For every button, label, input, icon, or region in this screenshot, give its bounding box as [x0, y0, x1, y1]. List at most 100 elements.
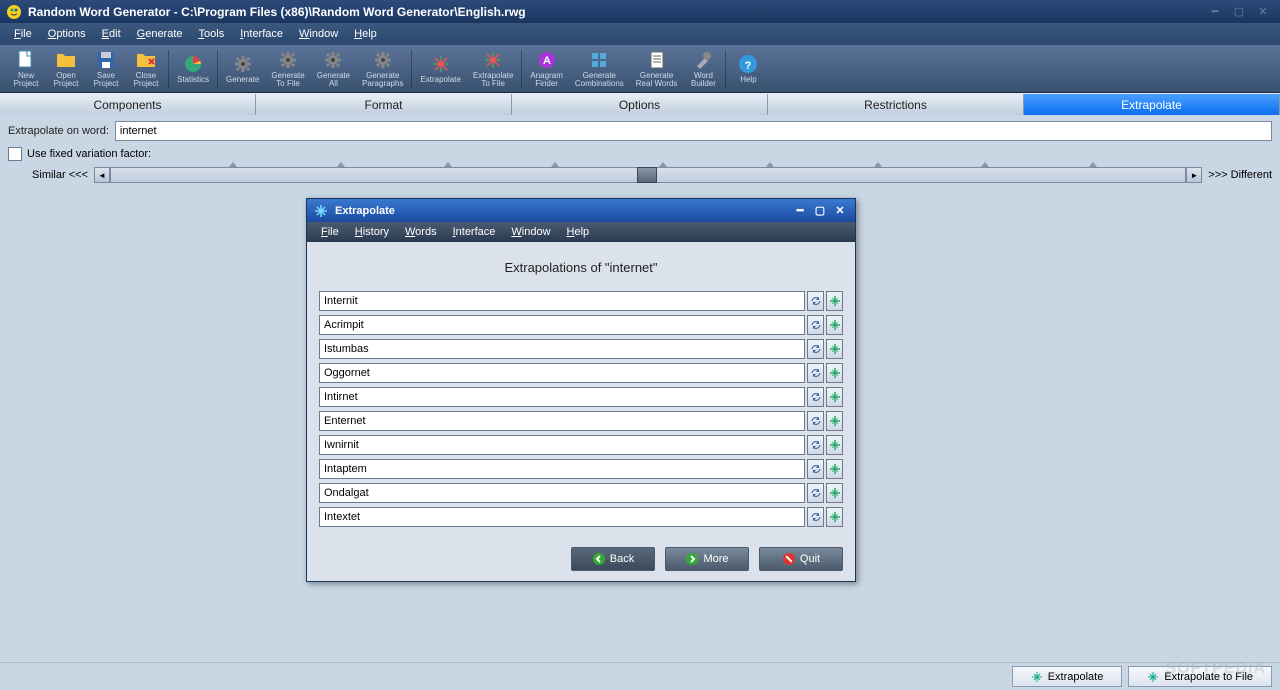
expand-icon[interactable] [826, 387, 843, 407]
variation-slider[interactable] [110, 167, 1186, 183]
tab-options[interactable]: Options [512, 94, 768, 115]
toolbar-word-builder[interactable]: WordBuilder [683, 47, 723, 91]
dialog-titlebar: Extrapolate ━ ▢ ✕ [307, 199, 855, 222]
refresh-icon[interactable] [807, 435, 824, 455]
expand-icon[interactable] [826, 483, 843, 503]
toolbar-extrapolate-to-file[interactable]: ExtrapolateTo File [467, 47, 519, 91]
dialog-minimize-button[interactable]: ━ [791, 203, 809, 219]
toolbar-anagram-finder[interactable]: AAnagramFinder [524, 47, 568, 91]
slider-different-label: >>> Different [1208, 169, 1272, 181]
expand-icon[interactable] [826, 435, 843, 455]
toolbar-open-project[interactable]: OpenProject [46, 47, 86, 91]
menu-file[interactable]: File [6, 26, 40, 42]
result-input[interactable] [319, 291, 805, 311]
toolbar-generate-combinations[interactable]: GenerateCombinations [569, 47, 630, 91]
tab-format[interactable]: Format [256, 94, 512, 115]
result-row [319, 459, 843, 479]
menu-help[interactable]: Help [346, 26, 385, 42]
expand-icon[interactable] [826, 291, 843, 311]
toolbar-generate-paragraphs[interactable]: GenerateParagraphs [356, 47, 409, 91]
footer-bar: Extrapolate Extrapolate to File [0, 662, 1280, 690]
dialog-menu-file[interactable]: File [313, 224, 347, 240]
extrapolate-button[interactable]: Extrapolate [1012, 666, 1123, 687]
expand-icon[interactable] [826, 363, 843, 383]
more-button[interactable]: More [665, 547, 749, 571]
refresh-icon[interactable] [807, 507, 824, 527]
minimize-button[interactable]: ━ [1204, 4, 1226, 20]
tab-restrictions[interactable]: Restrictions [768, 94, 1024, 115]
result-input[interactable] [319, 363, 805, 383]
result-input[interactable] [319, 483, 805, 503]
slider-right-button[interactable]: ► [1186, 167, 1202, 183]
tab-components[interactable]: Components [0, 94, 256, 115]
result-input[interactable] [319, 459, 805, 479]
maximize-button[interactable]: ▢ [1228, 4, 1250, 20]
app-icon [6, 4, 22, 20]
refresh-icon[interactable] [807, 339, 824, 359]
refresh-icon[interactable] [807, 459, 824, 479]
menu-options[interactable]: Options [40, 26, 94, 42]
slider-thumb[interactable] [637, 167, 657, 183]
refresh-icon[interactable] [807, 363, 824, 383]
dialog-menu-words[interactable]: Words [397, 224, 445, 240]
result-row [319, 387, 843, 407]
slider-left-button[interactable]: ◄ [94, 167, 110, 183]
extrapolate-file-icon [1147, 671, 1159, 683]
quit-button[interactable]: Quit [759, 547, 843, 571]
dialog-menu-window[interactable]: Window [503, 224, 558, 240]
menu-tools[interactable]: Tools [191, 26, 233, 42]
extrapolate-word-input[interactable] [115, 121, 1272, 141]
tab-bar: ComponentsFormatOptionsRestrictionsExtra… [0, 93, 1280, 115]
dialog-menubar: FileHistoryWordsInterfaceWindowHelp [307, 222, 855, 242]
result-input[interactable] [319, 507, 805, 527]
toolbar-extrapolate[interactable]: Extrapolate [414, 47, 466, 91]
menu-edit[interactable]: Edit [94, 26, 129, 42]
result-input[interactable] [319, 387, 805, 407]
extrapolate-dialog: Extrapolate ━ ▢ ✕ FileHistoryWordsInterf… [306, 198, 856, 582]
svg-text:A: A [543, 55, 551, 67]
toolbar-generate-all[interactable]: GenerateAll [311, 47, 356, 91]
expand-icon[interactable] [826, 459, 843, 479]
extrapolate-icon [1031, 671, 1043, 683]
toolbar-save-project[interactable]: SaveProject [86, 47, 126, 91]
extrapolate-icon [313, 203, 329, 219]
dialog-maximize-button[interactable]: ▢ [811, 203, 829, 219]
toolbar-separator [168, 50, 169, 88]
main-toolbar: NewProjectOpenProjectSaveProjectClosePro… [0, 45, 1280, 93]
result-input[interactable] [319, 435, 805, 455]
dialog-menu-history[interactable]: History [347, 224, 397, 240]
result-input[interactable] [319, 315, 805, 335]
back-button[interactable]: Back [571, 547, 655, 571]
fixed-factor-checkbox[interactable] [8, 147, 22, 161]
expand-icon[interactable] [826, 507, 843, 527]
dialog-menu-interface[interactable]: Interface [445, 224, 504, 240]
refresh-icon[interactable] [807, 411, 824, 431]
expand-icon[interactable] [826, 315, 843, 335]
expand-icon[interactable] [826, 411, 843, 431]
refresh-icon[interactable] [807, 291, 824, 311]
toolbar-generate[interactable]: Generate [220, 47, 265, 91]
result-input[interactable] [319, 339, 805, 359]
toolbar-close-project[interactable]: CloseProject [126, 47, 166, 91]
toolbar-statistics[interactable]: Statistics [171, 47, 215, 91]
toolbar-new-project[interactable]: NewProject [6, 47, 46, 91]
toolbar-generate-to-file[interactable]: GenerateTo File [265, 47, 310, 91]
result-input[interactable] [319, 411, 805, 431]
refresh-icon[interactable] [807, 387, 824, 407]
refresh-icon[interactable] [807, 483, 824, 503]
dialog-close-button[interactable]: ✕ [831, 203, 849, 219]
menu-generate[interactable]: Generate [129, 26, 191, 42]
dialog-heading: Extrapolations of "internet" [319, 260, 843, 275]
dialog-menu-help[interactable]: Help [559, 224, 598, 240]
close-button[interactable]: ✕ [1252, 4, 1274, 20]
toolbar-generate-real-words[interactable]: GenerateReal Words [630, 47, 684, 91]
result-row [319, 315, 843, 335]
refresh-icon[interactable] [807, 315, 824, 335]
toolbar-help[interactable]: ?Help [728, 47, 768, 91]
expand-icon[interactable] [826, 339, 843, 359]
tab-extrapolate[interactable]: Extrapolate [1024, 94, 1280, 115]
menu-window[interactable]: Window [291, 26, 346, 42]
toolbar-separator [217, 50, 218, 88]
menu-interface[interactable]: Interface [232, 26, 291, 42]
svg-text:?: ? [745, 60, 752, 72]
